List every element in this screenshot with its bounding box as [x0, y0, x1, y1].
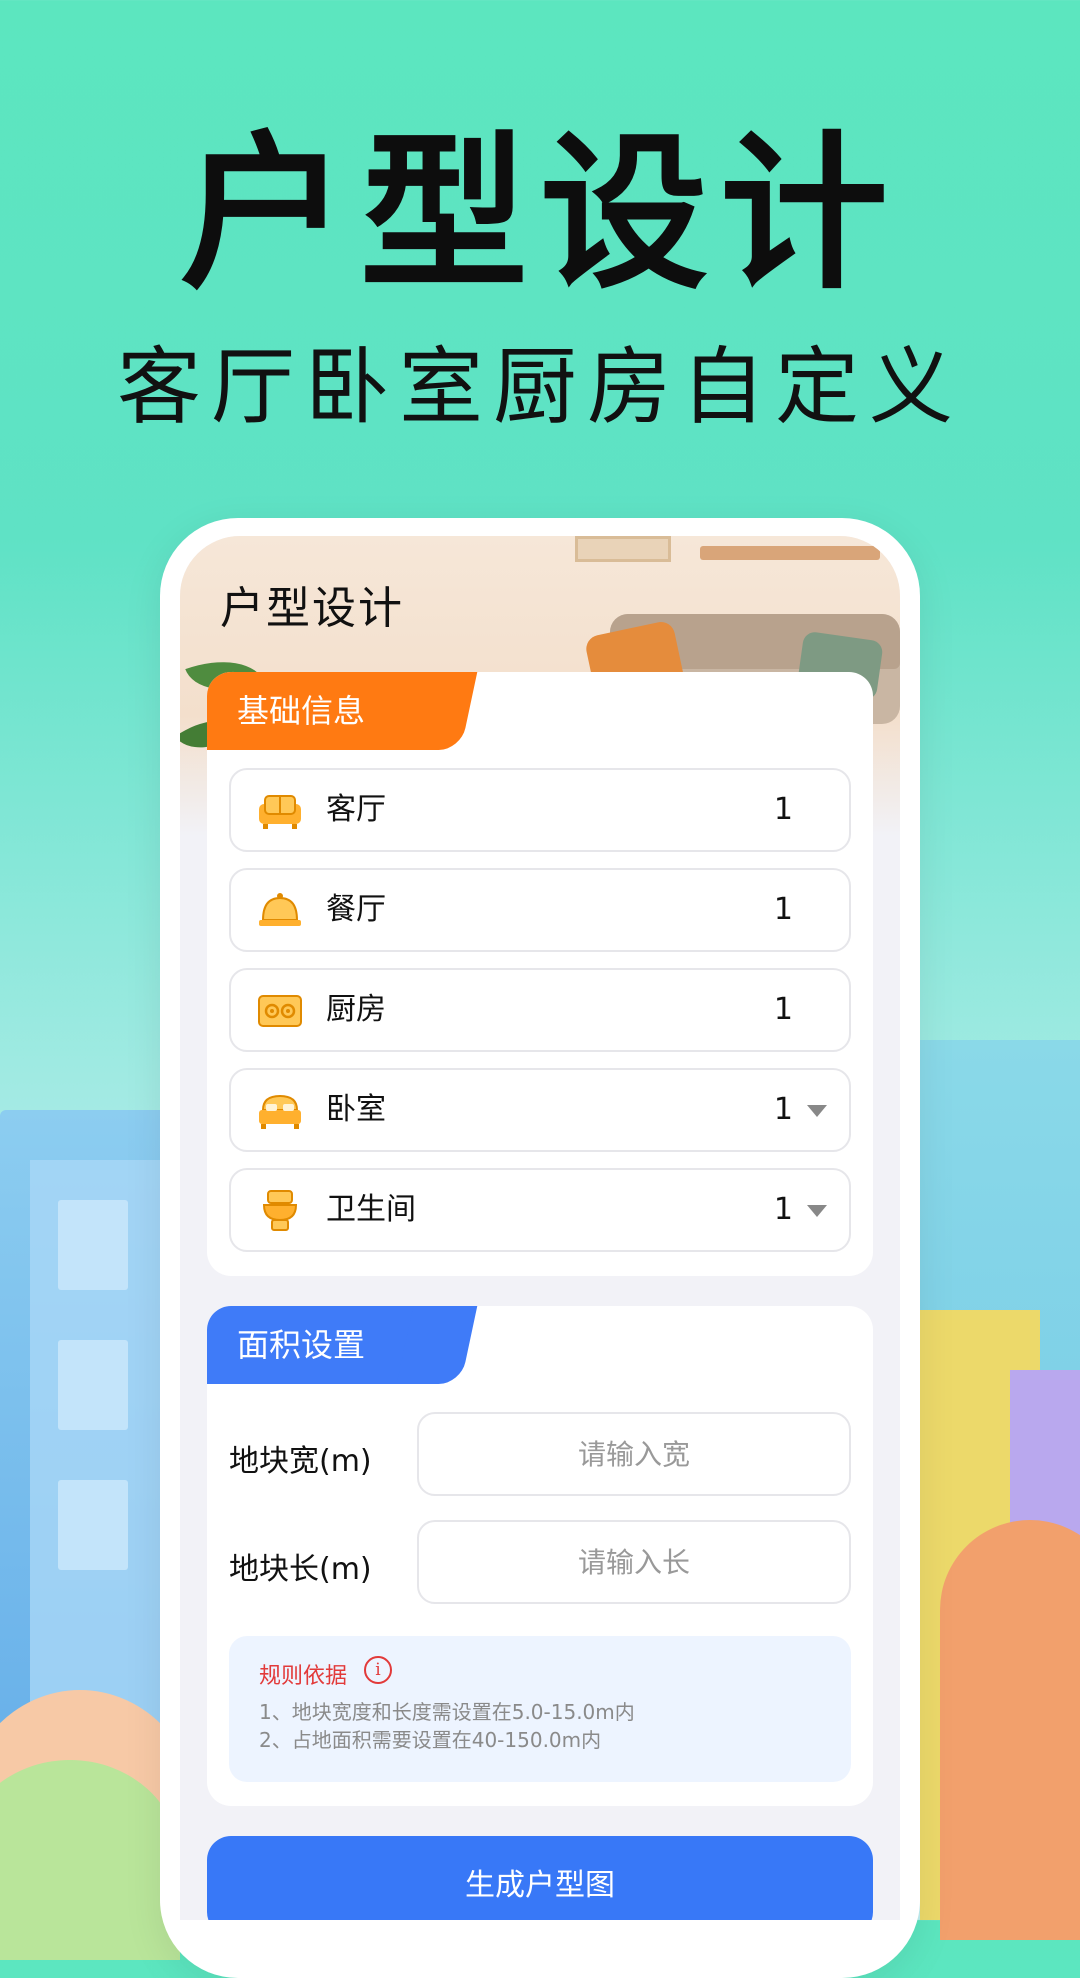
- basic-info-card: 基础信息 客厅 1 餐厅 1 厨房 1 卧室 1 卫生间 1: [207, 672, 873, 1276]
- width-input[interactable]: [417, 1412, 851, 1496]
- room-label: 卫生间: [326, 1192, 416, 1227]
- room-row-dining[interactable]: 餐厅 1: [229, 868, 851, 952]
- app-title: 户型设计: [220, 583, 404, 634]
- area-settings-card: 面积设置 地块宽(m) 地块长(m) 规则依据 i 1、地块宽度和长度需设置在5…: [207, 1306, 873, 1806]
- room-label: 客厅: [326, 792, 386, 827]
- info-icon[interactable]: i: [364, 1656, 392, 1684]
- dining-bell-icon: [259, 893, 301, 926]
- rule-line: 1、地块宽度和长度需设置在5.0-15.0m内: [259, 1700, 635, 1724]
- promo-title: 户型设计: [180, 116, 900, 312]
- wall-picture: [575, 536, 671, 562]
- toilet-icon: [262, 1190, 298, 1231]
- app-screen: 户型设计 基础信息 客厅 1 餐厅 1 厨房 1 卧室 1 卫生间 1 面积设置…: [180, 536, 900, 1920]
- generate-floorplan-button[interactable]: 生成户型图: [207, 1836, 873, 1920]
- rule-line: 2、占地面积需要设置在40-150.0m内: [259, 1728, 602, 1752]
- promo-subtitle: 客厅卧室厨房自定义: [116, 338, 963, 436]
- wall-shelf: [700, 546, 880, 560]
- stove-icon: [258, 995, 302, 1027]
- room-label: 卧室: [326, 1092, 386, 1127]
- length-label: 地块长(m): [229, 1552, 372, 1587]
- background-building-right: [920, 1040, 1080, 1920]
- background-tree-orange: [940, 1520, 1080, 1940]
- building-window: [58, 1480, 128, 1570]
- building-window: [58, 1340, 128, 1430]
- background-building-left-front: [30, 1160, 160, 1920]
- room-row-living[interactable]: 客厅 1: [229, 768, 851, 852]
- room-row-kitchen[interactable]: 厨房 1: [229, 968, 851, 1052]
- rules-title: 规则依据: [259, 1664, 348, 1689]
- basic-info-tab: 基础信息: [207, 672, 437, 750]
- background-building-yellow: [920, 1310, 1040, 1920]
- room-label: 餐厅: [326, 892, 386, 927]
- width-label: 地块宽(m): [229, 1444, 372, 1479]
- room-count: 1: [773, 1192, 793, 1227]
- background-building-left: [0, 1110, 180, 1920]
- background-wave-green: [0, 1760, 180, 1960]
- sofa-icon: [259, 795, 301, 829]
- bed-icon: [259, 1094, 301, 1129]
- length-input[interactable]: [417, 1520, 851, 1604]
- room-row-bathroom[interactable]: 卫生间 1: [229, 1168, 851, 1252]
- basic-info-tab-label: 基础信息: [237, 692, 366, 730]
- building-window: [58, 1200, 128, 1290]
- room-count: 1: [773, 1092, 793, 1127]
- background-building-purple: [1010, 1370, 1080, 1920]
- room-label: 厨房: [326, 992, 386, 1027]
- chevron-down-icon[interactable]: [807, 1205, 827, 1217]
- room-count: 1: [773, 992, 793, 1027]
- rules-box: 规则依据 i 1、地块宽度和长度需设置在5.0-15.0m内 2、占地面积需要设…: [229, 1636, 851, 1782]
- room-count: 1: [773, 792, 793, 827]
- area-settings-tab-label: 面积设置: [237, 1326, 366, 1364]
- room-count: 1: [773, 892, 793, 927]
- chevron-down-icon[interactable]: [807, 1105, 827, 1117]
- room-row-bedroom[interactable]: 卧室 1: [229, 1068, 851, 1152]
- area-settings-tab: 面积设置: [207, 1306, 437, 1384]
